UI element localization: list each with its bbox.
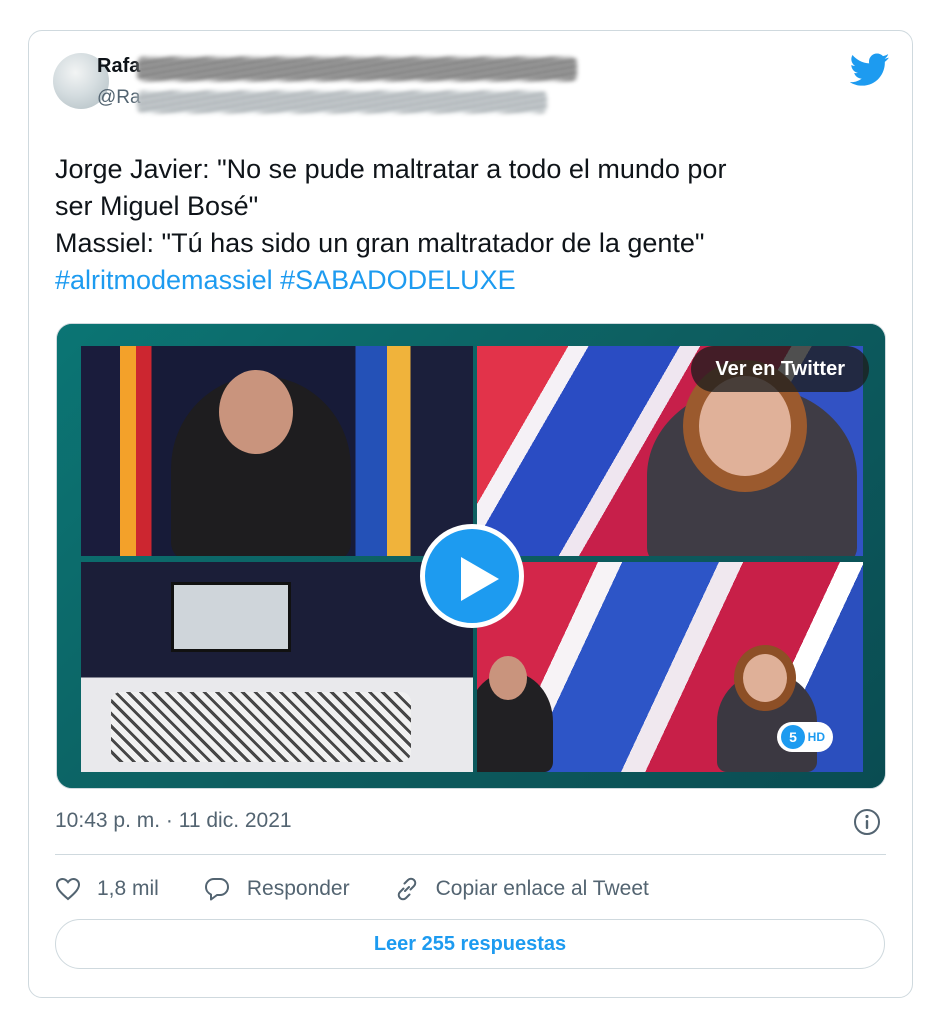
tweet-actions: 1,8 mil Responder Copiar enlace al Tweet [55,869,693,909]
video-panel-top-left [81,346,473,556]
hashtag-links[interactable]: #alritmodemassiel #SABADODELUXE [55,262,895,299]
read-replies-button[interactable]: Leer 255 respuestas [55,919,885,969]
reply-button[interactable]: Responder [203,876,350,902]
divider [55,854,886,855]
play-button[interactable] [420,524,524,628]
author-name[interactable]: Rafa [97,55,140,78]
like-count: 1,8 mil [97,877,159,900]
reply-label: Responder [246,877,350,900]
video-panel-bottom-left [81,562,473,772]
copy-link-button[interactable]: Copiar enlace al Tweet [394,876,649,902]
author-handle[interactable]: @Ra [97,87,141,109]
tweet-timestamp[interactable]: 10:43 p. m. · 11 dic. 2021 [55,809,292,833]
play-icon [461,557,499,601]
tweet-line: Massiel: "Tú has sido un gran maltratado… [55,228,705,258]
copy-link-label: Copiar enlace al Tweet [435,877,649,900]
like-button[interactable]: 1,8 mil [55,877,159,901]
channel-number: 5 [781,725,805,749]
heart-icon [55,877,81,901]
host-figure-wide [477,656,553,772]
studio-sofa [111,692,411,762]
host-figure [171,370,351,556]
twitter-bird-icon[interactable] [850,53,890,87]
reply-bubble-icon [204,878,229,901]
redacted-handle-scribble [137,91,547,113]
tweet-text: Jorge Javier: "No se pude maltratar a to… [55,151,895,299]
tweet-card: Rafa @Ra Jorge Javier: "No se pude maltr… [28,30,913,998]
tweet-line: Jorge Javier: "No se pude maltratar a to… [55,154,727,184]
studio-screen [171,582,291,652]
info-icon[interactable] [852,807,882,837]
view-on-twitter-button[interactable]: Ver en Twitter [691,346,869,392]
tweet-line: ser Miguel Bosé" [55,191,259,221]
guest-figure [647,376,857,556]
channel-badge: 5 HD [777,722,833,752]
hd-label: HD [807,730,825,744]
redacted-name-scribble [137,57,577,81]
video-thumbnail[interactable]: Ver en Twitter 5 HD [56,323,886,789]
link-icon [397,877,416,901]
